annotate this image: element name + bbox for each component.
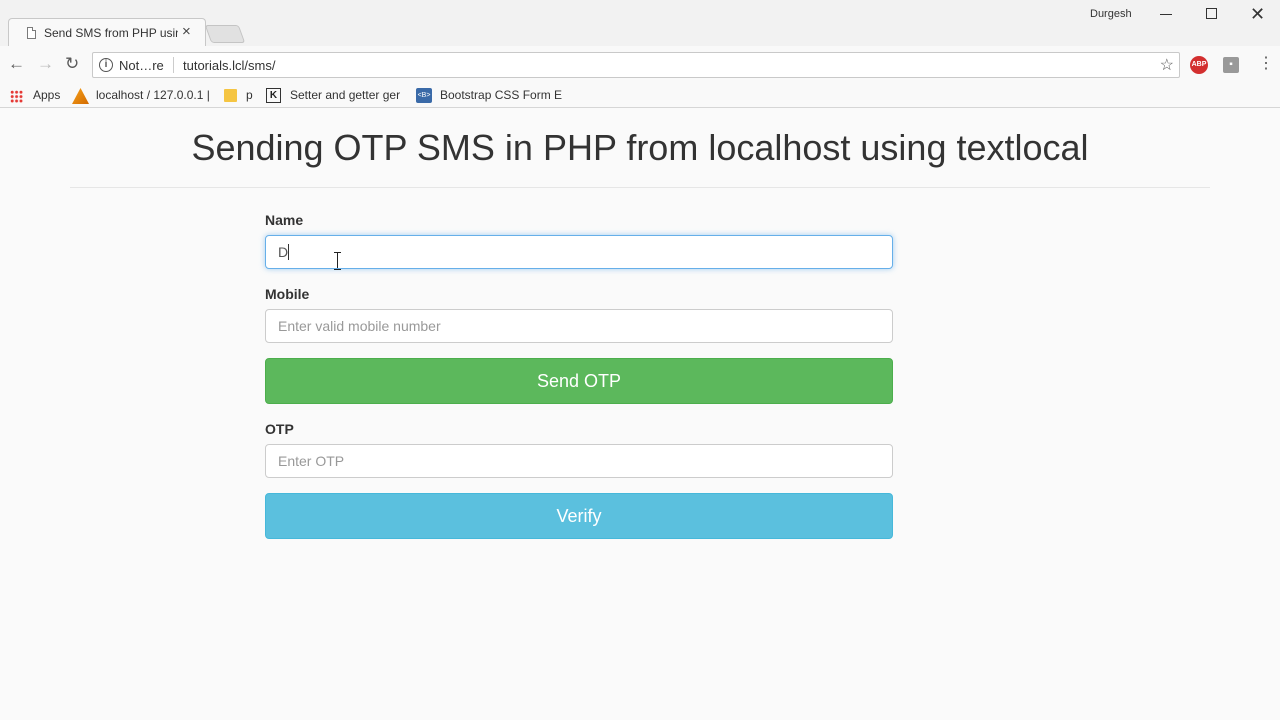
bookmark-label: Bootstrap CSS Form E: [440, 88, 563, 102]
bookmark-folder-p[interactable]: p: [224, 87, 254, 105]
bookmarks-bar: Apps localhost / 127.0.0.1 | p K Setter …: [0, 84, 1280, 108]
new-tab-button[interactable]: [204, 25, 246, 43]
mobile-input[interactable]: Enter valid mobile number: [265, 309, 893, 343]
mobile-placeholder: Enter valid mobile number: [278, 318, 441, 334]
divider: [70, 187, 1210, 188]
bootstrap-icon: <B>: [416, 88, 432, 103]
bookmark-label: localhost / 127.0.0.1 |: [96, 88, 210, 102]
bookmark-setter-getter[interactable]: K Setter and getter ger: [266, 87, 406, 105]
name-label: Name: [265, 212, 304, 228]
bookmark-label: Setter and getter ger: [290, 88, 401, 102]
page-title: Sending OTP SMS in PHP from localhost us…: [191, 127, 1089, 168]
otp-label: OTP: [265, 421, 294, 437]
k-site-icon: K: [266, 88, 281, 103]
send-otp-button[interactable]: Send OTP: [265, 358, 893, 404]
bookmark-star-icon[interactable]: ☆: [1160, 55, 1174, 75]
bookmark-bootstrap[interactable]: <B> Bootstrap CSS Form E: [416, 87, 562, 105]
window-close-icon[interactable]: ✕: [1250, 4, 1265, 25]
folder-icon: [224, 89, 237, 102]
mobile-label: Mobile: [265, 286, 310, 302]
text-caret: [288, 244, 290, 260]
minimize-icon[interactable]: [1160, 14, 1172, 15]
address-bar[interactable]: i Not…re tutorials.lcl/sms/ ☆: [92, 52, 1180, 78]
apps-grid-icon: [10, 90, 23, 103]
page-content: Sending OTP SMS in PHP from localhost us…: [0, 109, 1280, 720]
ibeam-cursor-icon: [334, 252, 342, 270]
url-text[interactable]: tutorials.lcl/sms/: [183, 58, 275, 73]
adblock-plus-icon[interactable]: ABP: [1190, 56, 1208, 74]
otp-input[interactable]: Enter OTP: [265, 444, 893, 478]
forward-icon[interactable]: →: [37, 54, 54, 74]
bookmark-label: p: [246, 88, 253, 102]
browser-titlebar: Send SMS from PHP using textlocal × Durg…: [0, 0, 1280, 46]
browser-toolbar: ← → ↻ i Not…re tutorials.lcl/sms/ ☆ ABP …: [0, 46, 1280, 84]
page-icon: [27, 27, 36, 39]
browser-tab[interactable]: Send SMS from PHP using textlocal ×: [8, 18, 206, 46]
verify-button[interactable]: Verify: [265, 493, 893, 539]
security-label[interactable]: Not…re: [119, 58, 164, 73]
tab-title: Send SMS from PHP using textlocal: [44, 26, 178, 40]
profile-name[interactable]: Durgesh: [1090, 8, 1132, 20]
info-icon[interactable]: i: [99, 58, 113, 72]
reload-icon[interactable]: ↻: [65, 54, 79, 74]
otp-placeholder: Enter OTP: [278, 453, 345, 469]
name-value: D: [278, 244, 289, 260]
bookmark-localhost[interactable]: localhost / 127.0.0.1 |: [72, 87, 212, 105]
name-input[interactable]: D: [265, 235, 893, 269]
phpmyadmin-icon: [72, 88, 89, 104]
maximize-icon[interactable]: [1206, 8, 1217, 19]
url-divider: [173, 57, 174, 73]
tab-close-icon[interactable]: ×: [182, 24, 191, 40]
extension-icon[interactable]: ▪: [1223, 57, 1239, 73]
back-icon[interactable]: ←: [8, 54, 25, 74]
bookmark-label: Apps: [33, 88, 61, 102]
menu-icon[interactable]: ⋮: [1258, 54, 1274, 74]
bookmark-apps[interactable]: Apps: [10, 87, 65, 105]
